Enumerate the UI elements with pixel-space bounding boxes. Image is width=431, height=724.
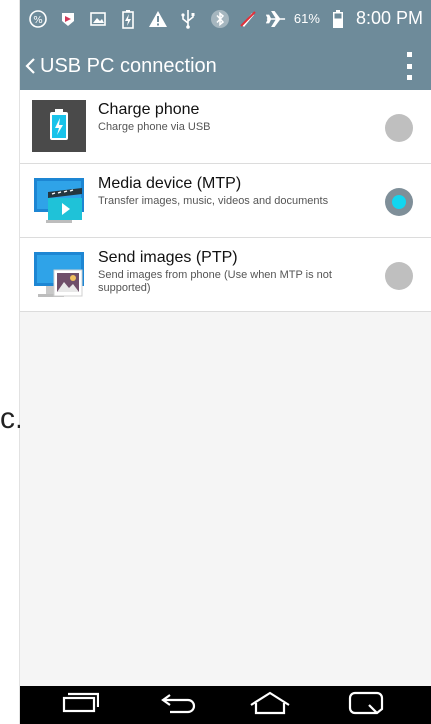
option-title: Charge phone <box>98 101 200 118</box>
home-button[interactable] <box>240 690 300 720</box>
usb-mode-list: Charge phone Charge phone via USB Media … <box>20 90 431 312</box>
option-title: Send images (PTP) <box>98 249 238 266</box>
overflow-dot <box>406 75 412 80</box>
battery-charging-icon <box>118 9 138 29</box>
app-bar: USB PC connection <box>20 42 431 90</box>
option-send-images[interactable]: Send images (PTP) Send images from phone… <box>20 238 431 312</box>
radio-media-device[interactable] <box>385 188 413 216</box>
media-device-icon <box>32 174 86 226</box>
airplane-icon <box>265 9 286 29</box>
phone-screen: % 61% 8:00 PM USB PC connection Charge p… <box>20 0 431 724</box>
status-icons-right: 61% 8:00 PM <box>210 8 423 29</box>
usb-icon <box>178 9 198 29</box>
back-button[interactable]: USB PC connection <box>20 42 217 90</box>
back-icon <box>160 691 200 719</box>
charge-phone-icon <box>32 100 86 152</box>
app-notification-icon <box>58 9 78 29</box>
option-text: Media device (MTP) Transfer images, musi… <box>98 174 368 208</box>
mute-icon <box>238 9 258 29</box>
status-clock: 8:00 PM <box>355 8 423 28</box>
option-text: Send images (PTP) Send images from phone… <box>98 248 368 295</box>
menu-icon <box>347 691 385 719</box>
chevron-left-icon <box>20 42 40 90</box>
left-background-strip: c. <box>0 0 23 724</box>
overflow-menu-icon <box>406 52 412 57</box>
option-title: Media device (MTP) <box>98 175 242 192</box>
battery-percent: 61% <box>293 11 320 26</box>
status-icons-left: % <box>28 9 198 29</box>
home-icon <box>248 691 292 719</box>
recent-apps-button[interactable] <box>50 690 110 720</box>
send-images-icon <box>32 248 86 300</box>
overflow-dot <box>406 63 412 69</box>
recent-apps-icon <box>61 692 100 718</box>
option-text: Charge phone Charge phone via USB <box>98 100 368 134</box>
option-subtitle: Transfer images, music, videos and docum… <box>98 195 329 207</box>
bluetooth-icon <box>210 9 230 29</box>
status-bar: % 61% 8:00 PM <box>20 0 431 42</box>
warning-icon <box>148 9 168 29</box>
radio-send-images[interactable] <box>385 262 413 290</box>
option-charge-phone[interactable]: Charge phone Charge phone via USB <box>20 90 431 164</box>
battery-icon <box>328 9 348 29</box>
system-back-button[interactable] <box>150 690 210 720</box>
overflow-menu-button[interactable] <box>397 52 421 80</box>
radio-charge-phone[interactable] <box>385 114 413 142</box>
navigation-bar <box>20 686 431 724</box>
menu-button[interactable] <box>336 690 396 720</box>
svg-text:%: % <box>33 15 43 26</box>
option-subtitle: Charge phone via USB <box>98 121 211 133</box>
option-media-device[interactable]: Media device (MTP) Transfer images, musi… <box>20 164 431 238</box>
page-title: USB PC connection <box>40 54 217 77</box>
image-icon <box>88 9 108 29</box>
percent-icon: % <box>28 9 48 29</box>
option-subtitle: Send images from phone (Use when MTP is … <box>98 269 332 294</box>
